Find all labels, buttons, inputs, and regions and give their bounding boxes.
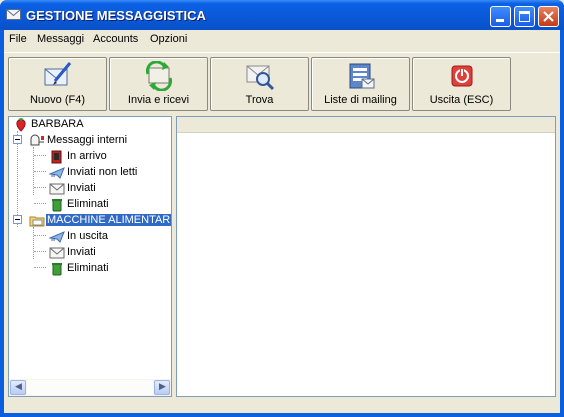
- tree-horizontal-scrollbar[interactable]: ◀ ▶: [9, 379, 171, 396]
- maximize-icon: [519, 11, 530, 22]
- tree-item-label: Inviati non letti: [67, 166, 138, 178]
- tree-item-label: In arrivo: [67, 150, 107, 162]
- sent-unread-icon: [49, 167, 65, 179]
- scroll-right-button[interactable]: ▶: [154, 380, 170, 395]
- mailing-list-label: Liste di mailing: [324, 94, 397, 106]
- find-label: Trova: [245, 94, 274, 106]
- inbox-icon: [51, 150, 62, 164]
- folder-tree[interactable]: BARBARA Messaggi interni In arrivo Invia…: [8, 116, 172, 397]
- minimize-button[interactable]: [490, 6, 511, 27]
- deleted-icon: [52, 263, 62, 276]
- collapse-toggle-macchine[interactable]: [13, 215, 22, 224]
- exit-button[interactable]: Uscita (ESC): [412, 57, 511, 111]
- message-list-header[interactable]: [177, 117, 555, 133]
- menu-bar: File Messaggi Accounts Opzioni: [4, 30, 560, 49]
- scroll-left-button[interactable]: ◀: [10, 380, 26, 395]
- tree-line: [34, 251, 46, 252]
- toolbar: Nuovo (F4) Invia e ricevi Trova Liste di…: [4, 52, 560, 114]
- mailbox-icon: [30, 134, 44, 146]
- tree-line: [34, 267, 46, 268]
- account-folder-icon: [29, 216, 45, 227]
- new-message-icon: [44, 62, 72, 86]
- close-icon: [543, 11, 554, 22]
- menu-file[interactable]: File: [9, 33, 27, 45]
- tree-item-label: Eliminati: [67, 262, 109, 274]
- exit-icon: [451, 65, 473, 87]
- client-area: File Messaggi Accounts Opzioni Nuovo (F4…: [4, 30, 560, 413]
- maximize-button[interactable]: [514, 6, 535, 27]
- send-receive-icon: [145, 61, 173, 91]
- window-border: [0, 413, 564, 417]
- tree-line: [34, 235, 46, 236]
- tree-line: [33, 227, 34, 259]
- title-bar[interactable]: GESTIONE MESSAGGISTICA: [0, 0, 564, 30]
- window-title: GESTIONE MESSAGGISTICA: [26, 8, 206, 23]
- tree-line: [17, 131, 18, 227]
- tree-item-label: In uscita: [67, 230, 108, 242]
- menu-messaggi[interactable]: Messaggi: [37, 33, 84, 45]
- deleted-icon: [52, 199, 62, 212]
- tree-item-label: Eliminati: [67, 198, 109, 210]
- message-list[interactable]: [176, 116, 556, 397]
- tree-line: [34, 187, 46, 188]
- status-bar: [4, 400, 560, 413]
- exit-label: Uscita (ESC): [429, 94, 494, 106]
- tree-item-label: Inviati: [67, 182, 96, 194]
- outbox-icon: [49, 231, 65, 243]
- app-window: GESTIONE MESSAGGISTICA File Messaggi Acc…: [0, 0, 564, 417]
- send-receive-label: Invia e ricevi: [127, 94, 190, 106]
- mailing-list-icon: [349, 63, 375, 89]
- tree-line: [34, 203, 46, 204]
- sent-icon: [49, 247, 65, 259]
- tree-group-label: MACCHINE ALIMENTAR: [46, 214, 172, 226]
- menu-accounts[interactable]: Accounts: [93, 33, 138, 45]
- menu-opzioni[interactable]: Opzioni: [150, 33, 187, 45]
- chevron-right-icon: ▶: [159, 381, 166, 391]
- envelope-icon: [6, 9, 21, 20]
- tree-line: [34, 171, 46, 172]
- new-message-label: Nuovo (F4): [29, 94, 86, 106]
- find-button[interactable]: Trova: [210, 57, 309, 111]
- mailing-list-button[interactable]: Liste di mailing: [311, 57, 410, 111]
- close-button[interactable]: [538, 6, 559, 27]
- find-icon: [246, 65, 275, 91]
- strawberry-icon: [16, 118, 26, 132]
- tree-group-label: Messaggi interni: [47, 134, 128, 146]
- tree-root-label: BARBARA: [31, 118, 84, 130]
- scroll-track[interactable]: [27, 380, 153, 395]
- new-message-button[interactable]: Nuovo (F4): [8, 57, 107, 111]
- chevron-left-icon: ◀: [15, 381, 22, 391]
- send-receive-button[interactable]: Invia e ricevi: [109, 57, 208, 111]
- tree-line: [34, 155, 46, 156]
- tree-item-label: Inviati: [67, 246, 96, 258]
- collapse-toggle-messaggi[interactable]: [13, 135, 22, 144]
- sent-icon: [49, 183, 65, 195]
- minimize-icon: [496, 19, 504, 22]
